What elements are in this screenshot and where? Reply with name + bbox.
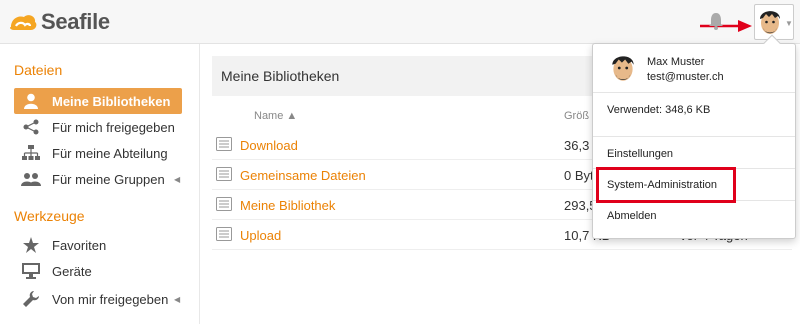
library-icon [216,197,232,211]
sidebar-item-label: Favoriten [52,237,107,253]
expand-arrow-icon[interactable]: ◀ [174,295,180,304]
sidebar-item-label: Meine Bibliotheken [52,93,171,109]
column-header-name[interactable]: Name ▲ [254,110,297,122]
seafile-logo-icon [10,15,37,30]
sidebar-item-favorites[interactable]: Favoriten [14,232,182,258]
library-name-link[interactable]: Upload [240,228,281,243]
sidebar-item-groups[interactable]: Für meine Gruppen ◀ [14,166,182,192]
org-chart-icon [18,145,44,161]
sidebar: Dateien Meine Bibliotheken Für mich frei… [0,44,200,324]
section-heading-files: Dateien [14,62,63,78]
group-icon [18,172,44,186]
library-name-link[interactable]: Gemeinsame Dateien [240,168,366,183]
sidebar-item-label: Für meine Gruppen [52,171,165,187]
highlight-box-annotation [596,167,736,203]
sidebar-item-department[interactable]: Für meine Abteilung [14,140,182,166]
star-icon [18,237,44,253]
library-icon [216,227,232,241]
library-icon [216,137,232,151]
column-header-size[interactable]: Größ [564,110,589,122]
menu-item-logout[interactable]: Abmelden [607,210,657,222]
library-name-link[interactable]: Meine Bibliothek [240,198,335,213]
library-name-link[interactable]: Download [240,138,298,153]
sidebar-item-label: Für meine Abteilung [52,145,168,161]
user-icon [18,93,44,109]
storage-usage: Verwendet: 348,6 KB [607,104,711,116]
library-size: 0 Byt [564,168,594,183]
top-bar: Seafile ▼ [0,0,800,44]
share-icon [18,119,44,135]
sidebar-item-devices[interactable]: Geräte [14,258,182,284]
user-dropdown-menu: Max Muster test@muster.ch Verwendet: 348… [592,34,796,239]
user-name: Max Muster [647,56,705,68]
library-icon [216,167,232,181]
section-heading-tools: Werkzeuge [14,208,85,224]
user-avatar-button[interactable]: ▼ [754,4,794,40]
sidebar-item-label: Geräte [52,263,92,279]
expand-arrow-icon[interactable]: ◀ [174,175,180,184]
user-email: test@muster.ch [647,71,724,83]
menu-item-settings[interactable]: Einstellungen [607,148,673,160]
wrench-icon [18,291,44,307]
sidebar-item-label: Für mich freigegeben [52,119,175,135]
sidebar-item-shared-by-me[interactable]: Von mir freigegeben ◀ [14,286,182,312]
divider [593,136,795,137]
sidebar-item-my-libraries[interactable]: Meine Bibliotheken [14,88,182,114]
avatar [612,56,634,81]
divider [593,92,795,93]
avatar [760,11,780,34]
chevron-down-icon: ▼ [785,19,793,28]
library-size: 36,3 [564,138,590,153]
logo-text: Seafile [41,9,110,34]
sidebar-item-label: Von mir freigegeben [52,291,169,307]
sidebar-item-shared-with-me[interactable]: Für mich freigegeben [14,114,182,140]
seafile-logo[interactable]: Seafile [8,9,110,35]
notification-bell-icon[interactable] [707,11,725,31]
monitor-icon [18,263,44,279]
